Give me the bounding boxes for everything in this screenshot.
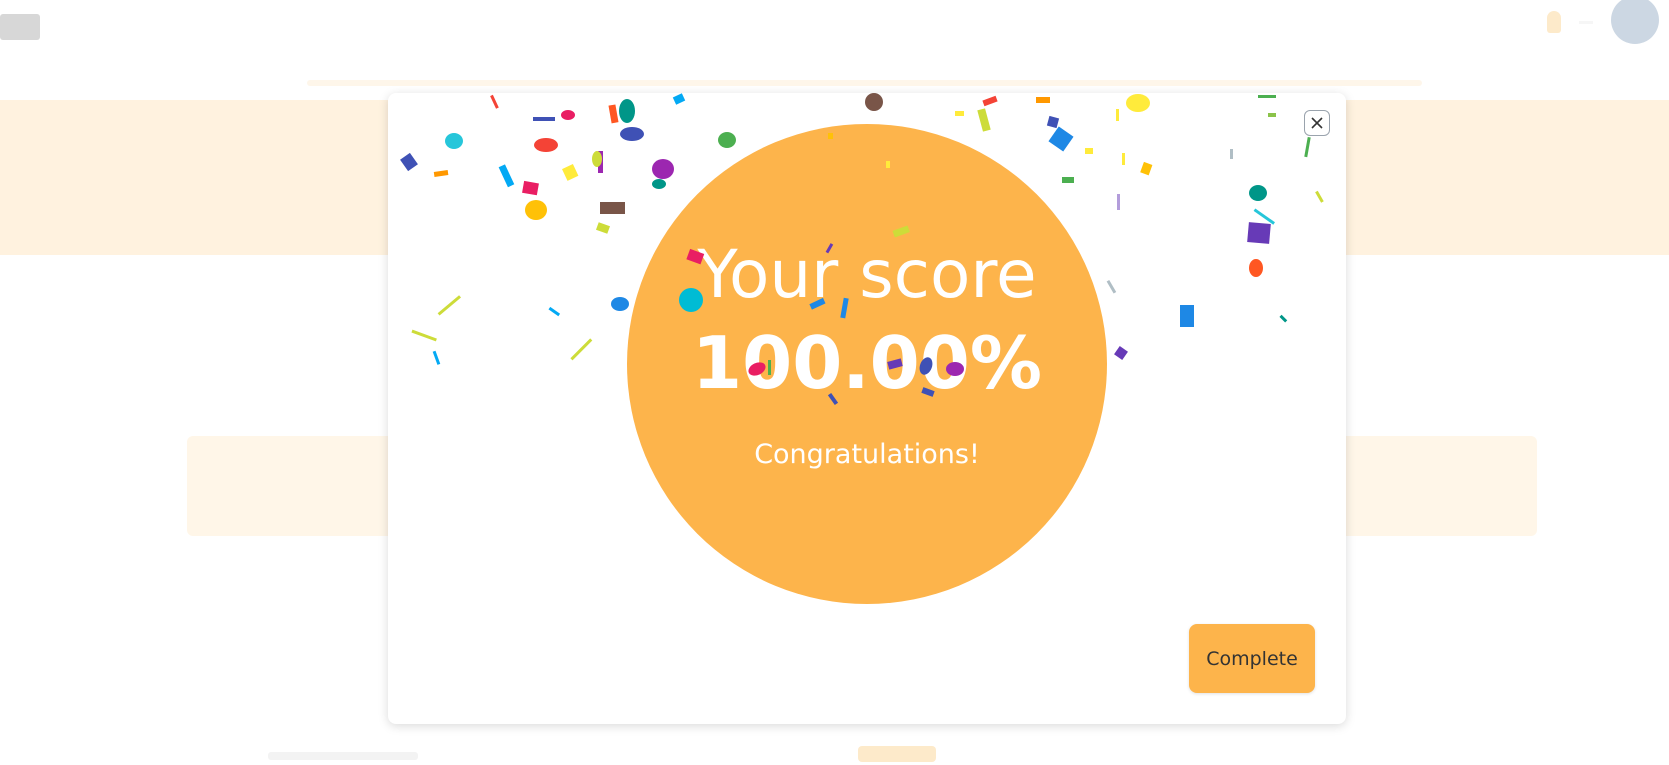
complete-button[interactable]: Complete [1189,624,1315,693]
congratulations-message: Congratulations! [754,439,980,470]
score-value: 100.00% [692,321,1042,405]
close-icon [1311,117,1323,129]
score-modal: Your score 100.00% Congratulations! Comp… [388,93,1346,724]
score-circle: Your score 100.00% Congratulations! [627,124,1107,604]
close-button[interactable] [1304,110,1330,136]
score-title: Your score [697,236,1037,313]
